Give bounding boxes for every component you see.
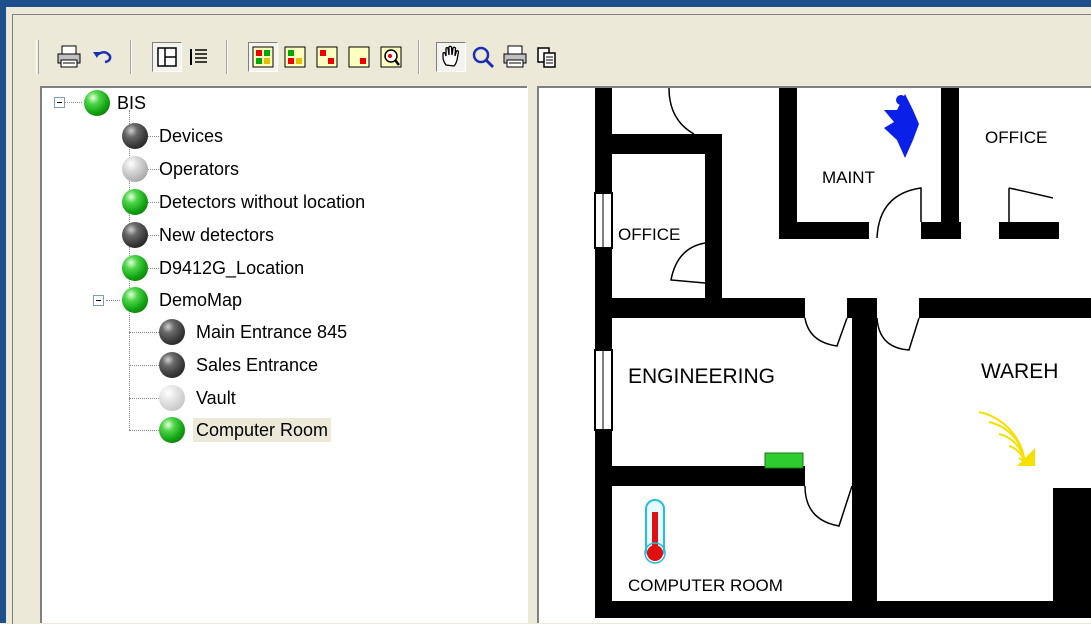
- expand-toggle-demomap[interactable]: [93, 295, 104, 306]
- tree-node-label: DemoMap: [159, 290, 243, 310]
- print-map-icon[interactable]: [500, 42, 530, 72]
- status-dark-icon: [159, 352, 185, 378]
- tree-node-label-selected: Computer Room: [193, 418, 332, 442]
- toolbar: [26, 34, 1091, 84]
- hand-pan-icon[interactable]: [436, 42, 466, 72]
- floor-plan: OFFICE MAINT OFFICE ENGINEERING WAREH CO…: [594, 88, 1091, 618]
- status-dark-icon: [122, 123, 148, 149]
- undo-icon[interactable]: [88, 42, 118, 72]
- tree-node-label: D9412G_Location: [159, 258, 305, 278]
- motion-detector-icon[interactable]: [978, 411, 1035, 467]
- magnifier-icon[interactable]: [468, 42, 498, 72]
- person-icon[interactable]: [884, 94, 919, 158]
- location-tree[interactable]: BIS Devices Operators Detectors without …: [40, 86, 527, 623]
- thermometer-icon[interactable]: [644, 499, 666, 564]
- room-labels: OFFICE MAINT OFFICE ENGINEERING WAREH CO…: [618, 128, 1058, 595]
- print-icon[interactable]: [54, 42, 84, 72]
- status-gray-icon: [122, 156, 148, 182]
- toolbar-grip[interactable]: [36, 40, 39, 74]
- alarm-icon[interactable]: [312, 42, 342, 72]
- tree-node-label: Detectors without location: [159, 192, 366, 212]
- all-states-icon[interactable]: [248, 42, 278, 72]
- tree-node-label: Vault: [196, 388, 236, 408]
- tree-node-label: Main Entrance 845: [196, 322, 348, 342]
- status-green-icon: [122, 287, 148, 313]
- status-green-icon: [159, 417, 185, 443]
- zoom-map-icon[interactable]: [376, 42, 406, 72]
- status-green-icon: [122, 189, 148, 215]
- expand-toggle-bis[interactable]: [54, 97, 65, 108]
- panel-splitter[interactable]: [527, 86, 537, 623]
- room-label-engineering: ENGINEERING: [628, 365, 775, 388]
- layout-tree-icon[interactable]: [152, 42, 182, 72]
- status-lightgray-icon: [159, 385, 185, 411]
- status-dark-icon: [159, 319, 185, 345]
- tree-node-label: New detectors: [159, 225, 275, 245]
- sensor-icon[interactable]: [764, 452, 804, 469]
- floor-map[interactable]: OFFICE MAINT OFFICE ENGINEERING WAREH CO…: [537, 86, 1091, 623]
- status-green-icon: [84, 90, 110, 116]
- tree-node-label: Operators: [159, 159, 240, 179]
- tree-node-label: Devices: [159, 126, 224, 146]
- room-label-warehouse: WAREH: [981, 360, 1058, 383]
- room-label-office-left: OFFICE: [618, 225, 680, 244]
- copy-icon[interactable]: [532, 42, 562, 72]
- room-label-office-top: OFFICE: [985, 128, 1047, 147]
- status-green-icon: [122, 255, 148, 281]
- tree-node-label: BIS: [117, 93, 147, 113]
- room-label-computer-room: COMPUTER ROOM: [628, 576, 783, 595]
- single-state-icon[interactable]: [344, 42, 374, 72]
- alarm-fault-icon[interactable]: [280, 42, 310, 72]
- room-label-maint: MAINT: [822, 168, 875, 187]
- tree-node-label: Sales Entrance: [196, 355, 319, 375]
- status-dark-icon: [122, 222, 148, 248]
- list-view-icon[interactable]: [184, 42, 214, 72]
